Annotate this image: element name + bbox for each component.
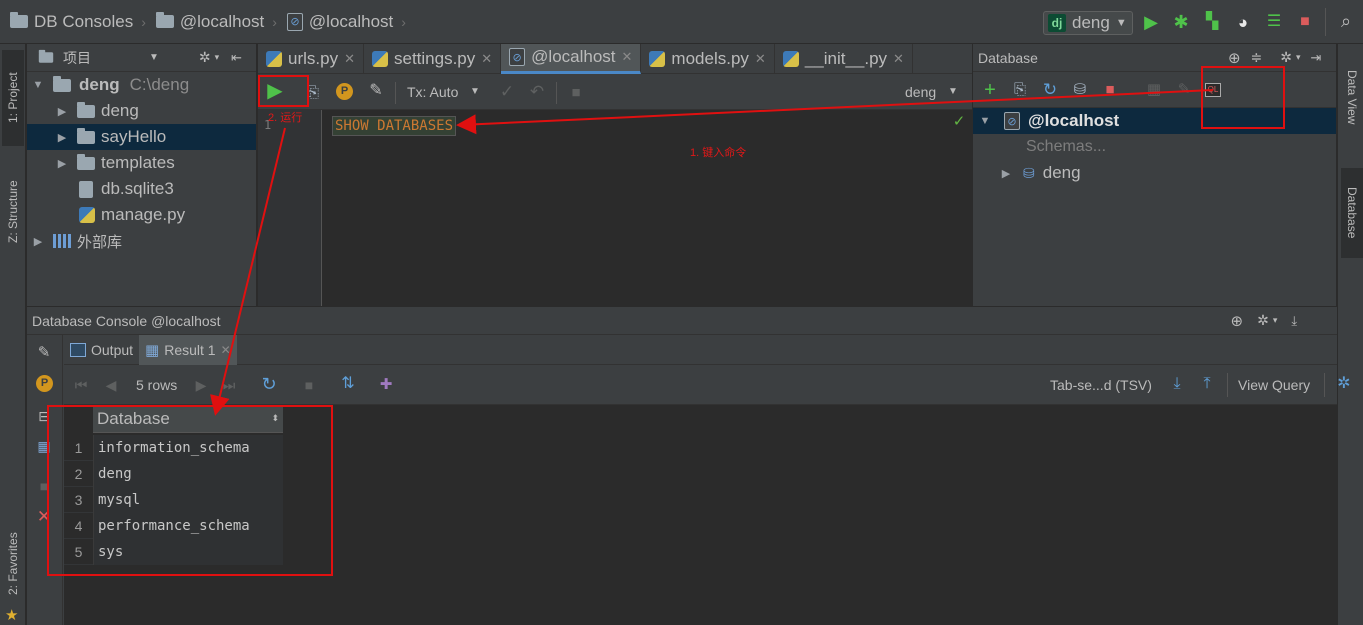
annotation-arrow-console-to-editor: [456, 89, 1214, 135]
annotation-arrows: [210, 89, 1214, 416]
annotation-arrow-run-to-result: [210, 127, 286, 416]
